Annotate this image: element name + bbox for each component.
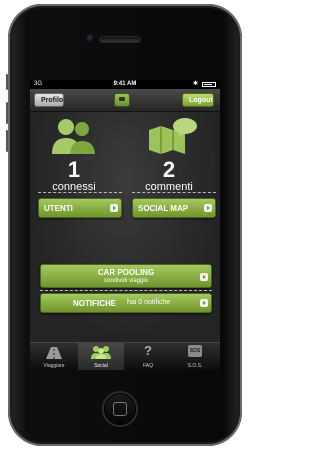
sos-icon: SOS [188, 345, 202, 357]
app-screen: 3G 9:41 AM ✱ Profilo Logout 1 connessi 2 [30, 80, 220, 370]
speaker-grille [100, 37, 140, 42]
divider [40, 290, 212, 291]
status-bar: 3G 9:41 AM ✱ [30, 80, 220, 89]
volume-down-button [6, 130, 8, 152]
tab-sos-label: S.O.S. [187, 363, 203, 369]
utenti-button-label: UTENTI [44, 204, 73, 213]
commenti-count: 2 [162, 157, 176, 182]
tab-faq-label: FAQ [142, 363, 153, 369]
notifiche-text: hai 0 notifiche [127, 299, 171, 306]
chat-icon[interactable] [114, 93, 130, 107]
tab-sos[interactable]: SOS S.O.S. [172, 343, 218, 370]
question-icon: ? [144, 343, 152, 358]
notifiche-button[interactable]: NOTIFICHE hai 0 notifiche [40, 293, 212, 313]
notifiche-title: NOTIFICHE [73, 299, 117, 308]
commenti-stat: 2 commenti [125, 159, 213, 194]
dashboard: 1 connessi 2 commenti UTENTI SOCIAL MAP … [30, 112, 220, 342]
arrow-right-icon [110, 204, 118, 212]
road-icon [46, 347, 62, 359]
front-camera-icon [86, 34, 95, 43]
divider [132, 192, 216, 193]
clock: 9:41 AM [113, 81, 137, 87]
car-pooling-subtitle: condividi viaggio [103, 278, 149, 284]
tab-social-label: Social [94, 363, 108, 369]
mute-switch [6, 74, 8, 90]
connessi-count: 1 [67, 157, 81, 182]
social-map-button-label: SOCIAL MAP [138, 204, 189, 213]
map-comments-icon [149, 118, 197, 154]
profilo-button[interactable]: Profilo [34, 93, 64, 107]
arrow-right-icon [204, 204, 212, 212]
tab-viaggiare[interactable]: Viaggiare [31, 343, 77, 370]
arrow-right-icon [200, 299, 208, 307]
utenti-button[interactable]: UTENTI [38, 198, 122, 218]
battery-icon [202, 82, 216, 87]
tab-faq[interactable]: ? FAQ [125, 343, 171, 370]
home-square-icon [113, 402, 127, 416]
tab-bar: Viaggiare Social ? FAQ SOS S.O.S. [30, 342, 220, 370]
people-icon [52, 119, 95, 154]
car-pooling-button[interactable]: CAR POOLING condividi viaggio [40, 264, 212, 288]
logout-button[interactable]: Logout [182, 93, 214, 107]
social-map-button[interactable]: SOCIAL MAP [132, 198, 216, 218]
tab-social[interactable]: Social [78, 343, 124, 370]
car-pooling-title: CAR POOLING [97, 268, 155, 277]
arrow-right-icon [200, 273, 208, 281]
people-icon [91, 346, 111, 359]
bluetooth-icon: ✱ [192, 81, 198, 87]
tab-viaggiare-label: Viaggiare [43, 363, 65, 369]
connessi-stat: 1 connessi [30, 159, 118, 194]
divider [38, 192, 122, 193]
volume-up-button [6, 102, 8, 124]
nav-bar: Profilo Logout [30, 89, 220, 112]
